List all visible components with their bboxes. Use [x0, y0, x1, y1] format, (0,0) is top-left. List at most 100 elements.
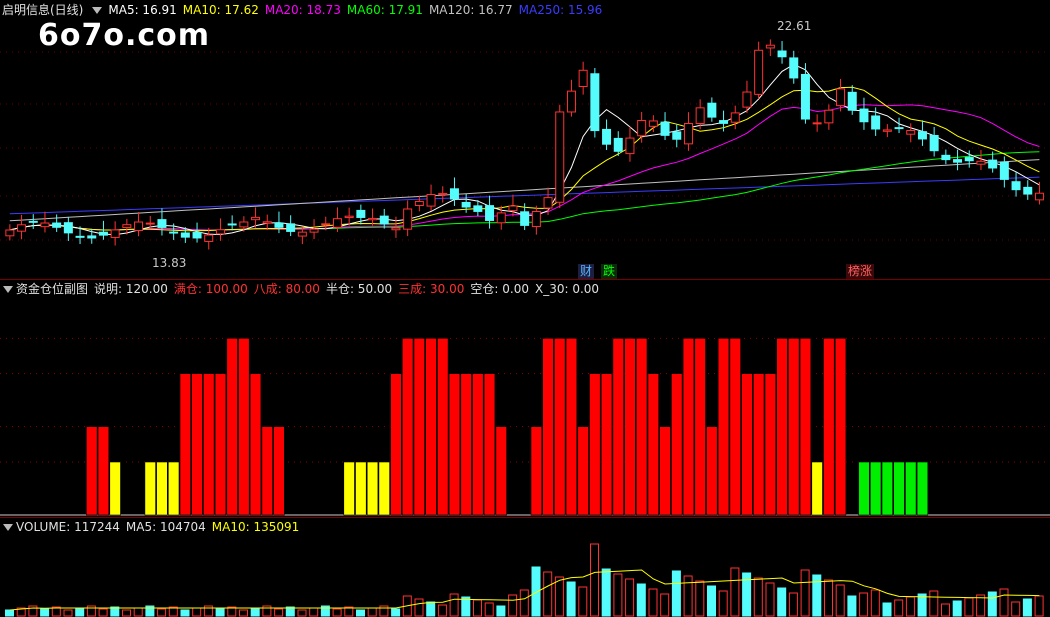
candle-up: [543, 197, 553, 209]
candlestick-chart[interactable]: [0, 18, 1050, 280]
volume-bar: [894, 599, 904, 617]
position-bar: [741, 373, 753, 516]
volume-bar: [496, 605, 506, 617]
volume-bar: [941, 603, 950, 617]
volume-bar: [859, 592, 869, 617]
candle-down: [180, 232, 190, 238]
volume-bar: [543, 571, 553, 617]
position-bar: [600, 373, 613, 516]
volume-bar: [835, 584, 845, 617]
volume-bar: [566, 581, 576, 617]
candle-down: [707, 102, 717, 118]
candle-down: [777, 50, 787, 58]
candle-up: [625, 137, 635, 155]
volume-bar: [929, 590, 939, 617]
volume-bar: [391, 608, 401, 617]
position-bar: [542, 338, 554, 516]
candle-up: [754, 49, 764, 95]
indicator-title[interactable]: 资金仓位副图: [16, 282, 88, 296]
candle-up: [508, 205, 518, 212]
position-bar: [717, 338, 730, 516]
position-bar: [647, 373, 659, 516]
candle-down: [999, 161, 1009, 180]
volume-bar: [964, 597, 974, 617]
candle-up: [122, 224, 132, 229]
candle-down: [917, 131, 927, 140]
volume-bar: [847, 595, 857, 617]
volume-bar: [870, 589, 880, 617]
candle-down: [964, 157, 974, 162]
event-tag-die[interactable]: 跌: [601, 264, 618, 279]
position-bar: [858, 461, 870, 516]
position-bar: [191, 373, 203, 516]
position-bar: [425, 338, 437, 516]
candle-up: [391, 227, 401, 231]
volume-bar: [788, 592, 798, 617]
stock-title[interactable]: 启明信息(日线): [2, 3, 83, 17]
candle-up: [765, 44, 775, 49]
dropdown-triangle-icon[interactable]: [92, 7, 103, 14]
candle-up: [578, 69, 588, 87]
volume-bar: [613, 573, 623, 617]
dropdown-triangle-icon[interactable]: [3, 524, 13, 531]
volume-bar-chart[interactable]: [0, 536, 1050, 617]
candle-up: [730, 112, 740, 123]
volume-bar: [578, 586, 588, 617]
candle-up: [438, 192, 448, 196]
position-bar: [799, 338, 812, 516]
position-bar: [144, 461, 156, 516]
position-bar: [671, 373, 683, 516]
volume-bar: [812, 574, 822, 617]
candle-up: [309, 228, 319, 233]
position-bar: [916, 461, 929, 516]
candle-up: [496, 212, 506, 224]
candle-down: [87, 235, 97, 239]
position-bar: [109, 461, 121, 516]
candle-down: [356, 209, 366, 218]
volume-bar: [625, 578, 635, 617]
candle-down: [192, 232, 202, 239]
candle-down: [461, 201, 471, 208]
candle-up: [695, 107, 705, 125]
event-tag-cai[interactable]: 财: [578, 264, 595, 279]
volume-bar: [683, 575, 693, 617]
position-bar: [554, 338, 566, 516]
position-bar: [764, 373, 776, 516]
position-bar: [811, 461, 823, 516]
indicator-panel: 资金仓位副图 说明: 120.00 满仓: 100.00 八成: 80.00 半仓: 5…: [0, 280, 1050, 518]
candle-down: [1011, 181, 1021, 191]
high-label: 22.61: [777, 19, 812, 33]
candle-down: [660, 121, 670, 136]
candle-down: [485, 205, 495, 221]
position-bar: [834, 338, 847, 516]
position-bar: [448, 373, 461, 516]
volume-bar: [730, 567, 740, 617]
position-bar: [156, 461, 168, 516]
position-bar: [168, 461, 180, 516]
candle-up: [17, 224, 27, 232]
position-bar-chart[interactable]: [0, 298, 1050, 518]
position-bar: [729, 338, 741, 516]
candle-down: [449, 188, 459, 200]
candle-up: [555, 111, 565, 203]
low-label: 13.83: [152, 256, 187, 270]
volume-bar: [824, 579, 833, 617]
position-bar: [366, 461, 379, 516]
position-bar: [881, 461, 893, 516]
volume-bar: [765, 582, 775, 617]
candle-down: [473, 205, 483, 212]
position-bar: [635, 338, 648, 516]
candle-up: [297, 231, 307, 237]
volume-bar: [777, 587, 787, 617]
event-tag-bangzhang[interactable]: 榜涨: [846, 264, 875, 279]
candle-down: [227, 223, 237, 226]
candle-up: [368, 217, 378, 221]
dropdown-triangle-icon[interactable]: [3, 286, 13, 293]
candle-down: [157, 219, 167, 228]
volume-bar: [449, 593, 459, 617]
volume-bar: [40, 608, 50, 617]
volume-bar: [414, 598, 424, 617]
position-bar: [97, 426, 110, 516]
candle-down: [28, 220, 38, 223]
volume-bar: [297, 609, 307, 617]
